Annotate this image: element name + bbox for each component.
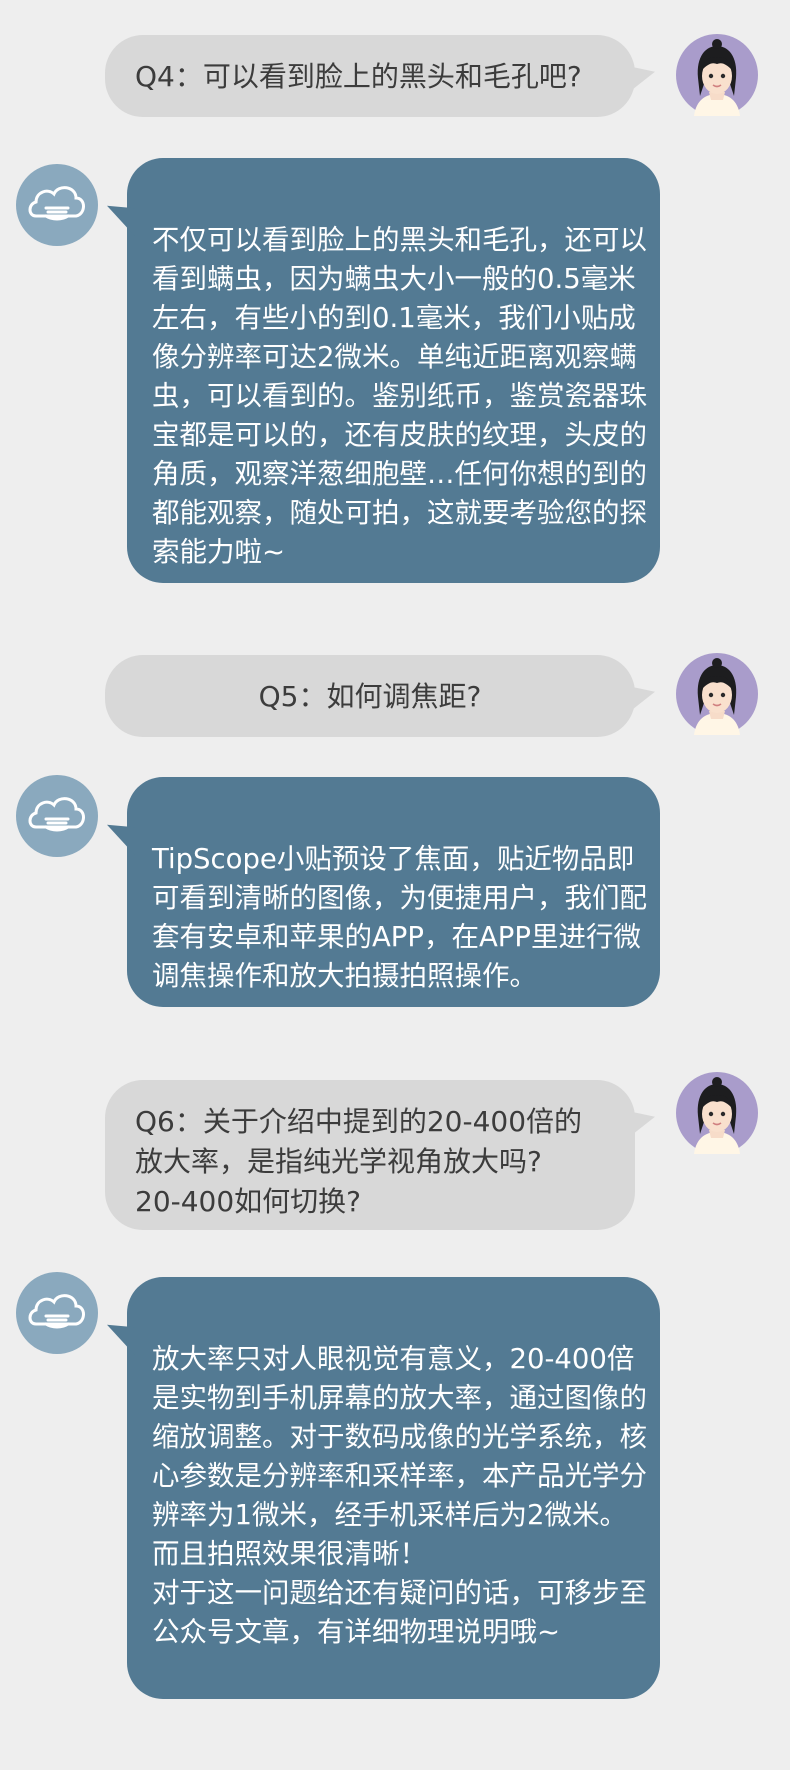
question-bubble-q4: Q4：可以看到脸上的黑头和毛孔吧? — [105, 35, 635, 117]
answer-bubble-q4: 不仅可以看到脸上的黑头和毛孔，还可以看到螨虫，因为螨虫大小一般的0.5毫米左右，… — [127, 158, 660, 583]
answer-bubble-q5: TipScope小贴预设了焦面，贴近物品即可看到清晰的图像，为便捷用户，我们配套… — [127, 777, 660, 1007]
user-avatar-icon — [676, 653, 758, 735]
question-text: Q5：如何调焦距? — [258, 680, 482, 713]
question-bubble-q6: Q6：关于介绍中提到的20-400倍的放大率，是指纯光学视角放大吗? 20-40… — [105, 1080, 635, 1230]
user-avatar-icon — [676, 1072, 758, 1154]
question-bubble-q5: Q5：如何调焦距? — [105, 655, 635, 737]
cloud-bot-icon — [16, 775, 98, 857]
cloud-bot-icon — [16, 164, 98, 246]
cloud-bot-icon — [16, 1272, 98, 1354]
answer-text: 不仅可以看到脸上的黑头和毛孔，还可以看到螨虫，因为螨虫大小一般的0.5毫米左右，… — [152, 224, 647, 568]
user-avatar-icon — [676, 34, 758, 116]
answer-text: 放大率只对人眼视觉有意义，20-400倍是实物到手机屏幕的放大率，通过图像的缩放… — [152, 1343, 647, 1648]
answer-bubble-q6: 放大率只对人眼视觉有意义，20-400倍是实物到手机屏幕的放大率，通过图像的缩放… — [127, 1277, 660, 1699]
question-text: Q6：关于介绍中提到的20-400倍的放大率，是指纯光学视角放大吗? 20-40… — [135, 1105, 583, 1218]
question-text: Q4：可以看到脸上的黑头和毛孔吧? — [135, 60, 582, 93]
answer-text: TipScope小贴预设了焦面，贴近物品即可看到清晰的图像，为便捷用户，我们配套… — [152, 843, 647, 992]
